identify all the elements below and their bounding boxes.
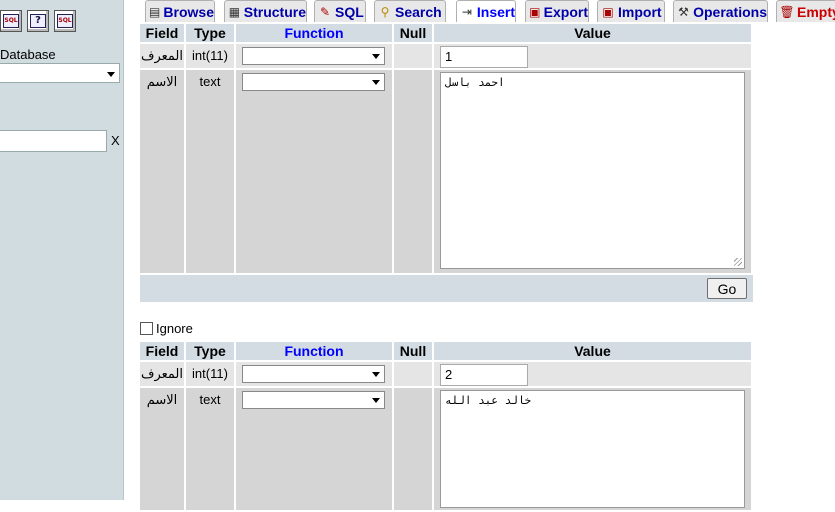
- operations-icon: ⚒: [678, 4, 689, 19]
- column-header-value: Value: [434, 24, 751, 42]
- value-input[interactable]: 1: [440, 46, 528, 68]
- column-header-field: Field: [140, 342, 184, 360]
- column-header-type: Type: [186, 342, 234, 360]
- tab-structure[interactable]: ▦ Structure: [224, 0, 307, 22]
- column-header-null: Null: [394, 24, 432, 42]
- function-select[interactable]: [242, 73, 385, 91]
- export-icon: ▣: [529, 4, 541, 19]
- column-header-function: Function: [236, 24, 392, 42]
- navigation-panel: SQL ? SQL Database X: [0, 0, 124, 500]
- null-cell: [394, 388, 432, 510]
- value-textarea[interactable]: احمد باسل: [440, 72, 745, 269]
- value-cell: 2: [434, 362, 751, 386]
- field-type: int(11): [186, 362, 234, 386]
- table-row: الاسم text خالد عبد الله: [140, 388, 751, 510]
- null-cell: [394, 70, 432, 273]
- insert-icon: ⇥: [461, 5, 472, 19]
- tab-import[interactable]: ▣ Import: [597, 0, 665, 22]
- column-header-null: Null: [394, 342, 432, 360]
- ignore-checkbox[interactable]: [140, 322, 153, 335]
- structure-icon: ▦: [228, 4, 241, 19]
- function-cell: [236, 388, 392, 510]
- empty-icon: 🗑: [779, 4, 795, 19]
- function-cell: [236, 362, 392, 386]
- function-select[interactable]: [242, 47, 385, 65]
- tab-empty[interactable]: 🗑Empty: [776, 0, 835, 22]
- field-type: int(11): [186, 44, 234, 68]
- ignore-label[interactable]: Ignore: [156, 321, 193, 336]
- field-type: text: [186, 70, 234, 273]
- search-icon: ⚲: [380, 4, 390, 19]
- function-select[interactable]: [242, 365, 385, 383]
- field-name: المعرف: [140, 44, 184, 68]
- resize-grip-icon[interactable]: [734, 258, 742, 266]
- table-row: المعرف int(11) 2: [140, 362, 751, 386]
- sql-query-icon[interactable]: SQL: [0, 10, 22, 32]
- column-header-value: Value: [434, 342, 751, 360]
- import-icon: ▣: [602, 4, 614, 19]
- tab-sql[interactable]: ✎ SQL: [314, 0, 366, 22]
- go-button[interactable]: Go: [707, 278, 747, 299]
- function-cell: [236, 44, 392, 68]
- column-header-type: Type: [186, 24, 234, 42]
- field-name: المعرف: [140, 362, 184, 386]
- browse-icon: ▤: [149, 4, 161, 19]
- value-cell: احمد باسل: [434, 70, 751, 273]
- tab-insert[interactable]: ⇥ Insert: [456, 0, 516, 23]
- null-cell: [394, 362, 432, 386]
- help-icon[interactable]: ?: [27, 10, 49, 32]
- sql-icon: ✎: [319, 4, 331, 19]
- value-input[interactable]: 2: [440, 364, 528, 386]
- value-cell: 1: [434, 44, 751, 68]
- insert-form-record-2: Field Type Function Null Value المعرف in…: [138, 340, 753, 512]
- table-row: المعرف int(11) 1: [140, 44, 751, 68]
- tab-operations[interactable]: ⚒ Operations: [673, 0, 768, 22]
- field-name: الاسم: [140, 388, 184, 510]
- field-name: الاسم: [140, 70, 184, 273]
- submit-bar: Go: [140, 275, 753, 302]
- chevron-down-icon: [372, 54, 380, 59]
- chevron-down-icon: [107, 72, 115, 77]
- ignore-option: Ignore: [140, 321, 193, 336]
- value-cell: خالد عبد الله: [434, 388, 751, 510]
- field-type: text: [186, 388, 234, 510]
- chevron-down-icon: [372, 80, 380, 85]
- column-header-field: Field: [140, 24, 184, 42]
- function-cell: [236, 70, 392, 273]
- chevron-down-icon: [372, 398, 380, 403]
- table-filter-input[interactable]: [0, 130, 107, 152]
- null-cell: [394, 44, 432, 68]
- tab-search[interactable]: ⚲ Search: [374, 0, 446, 22]
- tab-bar: ▤ Browse ▦ Structure ✎ SQL ⚲ Search ⇥ Insert …: [138, 0, 835, 23]
- insert-form-record-1: Field Type Function Null Value المعرف in…: [138, 22, 753, 275]
- table-row: الاسم text احمد باسل: [140, 70, 751, 273]
- tab-browse[interactable]: ▤ Browse: [145, 0, 215, 22]
- database-select[interactable]: [0, 63, 120, 83]
- tab-export[interactable]: ▣ Export: [525, 0, 589, 22]
- column-header-function: Function: [236, 342, 392, 360]
- chevron-down-icon: [372, 372, 380, 377]
- clear-filter-button[interactable]: X: [111, 133, 120, 148]
- value-textarea[interactable]: خالد عبد الله: [440, 390, 745, 508]
- sql-docs-icon[interactable]: SQL: [54, 10, 76, 32]
- function-select[interactable]: [242, 391, 385, 409]
- database-label: Database: [0, 47, 56, 62]
